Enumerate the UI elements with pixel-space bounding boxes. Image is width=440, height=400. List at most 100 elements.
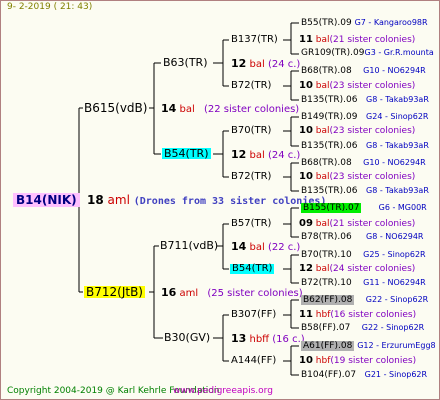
gen1-dam-info: 16 aml (25 sister colonies) bbox=[161, 287, 303, 299]
gen4-label-6: B135(TR).06 bbox=[301, 141, 358, 151]
gen2-info-2: 12 bal (24 c.) bbox=[231, 149, 300, 161]
gen1-dam-note: (25 sister colonies) bbox=[207, 288, 303, 299]
gen1-sire-note: (22 sister colonies) bbox=[203, 104, 300, 115]
gen3-queen-1: B137(TR) bbox=[231, 34, 278, 45]
gen1-dam-breeder: aml bbox=[179, 288, 199, 299]
gen1-queen-sire: B615(vdB) bbox=[84, 101, 148, 115]
gen1-sire-info: 14 bal (22 sister colonies) bbox=[161, 103, 299, 115]
gen2-note-4: (16 c.) bbox=[272, 334, 305, 345]
gen3-note-6: (24 sister colonies) bbox=[329, 264, 416, 274]
gen4-queen-11: B70(TR).10 G25 - Sinop62R bbox=[301, 251, 426, 260]
gen2-info-4: 13 hbff (16 c.) bbox=[231, 333, 305, 345]
gen4-queen-12: B72(TR).10 G11 - NO6294R bbox=[301, 279, 426, 288]
gen3-year-8: 10 bbox=[299, 355, 313, 366]
date-stamp: 9- 2-2019 ( 21: 43) bbox=[7, 2, 93, 12]
gen3-info-8: 10 hbf(19 sister colonies) bbox=[299, 356, 416, 366]
gen3-queen-2: B72(TR) bbox=[231, 80, 272, 91]
gen1-sire-year: 14 bbox=[161, 102, 177, 115]
gen3-note-2: (23 sister colonies) bbox=[329, 81, 416, 91]
gen3-breeder-5: bal bbox=[315, 219, 330, 229]
gen2-note-3: (22 c.) bbox=[267, 242, 301, 253]
gen1-dam-year: 16 bbox=[161, 286, 177, 299]
gen4-code-9: G6 - MG00R bbox=[378, 203, 427, 212]
gen3-note-8: (19 sister colonies) bbox=[330, 356, 417, 366]
gen4-code-1: G7 - Kangaroo98R bbox=[354, 18, 428, 27]
gen4-code-12: G11 - NO6294R bbox=[363, 278, 426, 287]
gen4-label-4: B135(TR).06 bbox=[301, 95, 358, 105]
gen4-code-11: G25 - Sinop62R bbox=[363, 250, 426, 259]
gen4-queen-2: GR109(TR).09G3 - Gr.R.mounta bbox=[301, 49, 434, 58]
gen2-breeder-4: hbff bbox=[249, 334, 270, 345]
gen3-year-2: 10 bbox=[299, 80, 313, 91]
gen2-queen-2: B54(TR) bbox=[162, 147, 211, 160]
gen3-info-4: 10 bal(23 sister colonies) bbox=[299, 172, 415, 182]
gen4-code-3: G10 - NO6294R bbox=[363, 66, 426, 75]
gen2-note-1: (24 c.) bbox=[267, 59, 301, 70]
gen4-code-16: G21 - Sinop62R bbox=[364, 370, 428, 379]
gen3-year-7: 11 bbox=[299, 309, 313, 320]
gen1-sire-breeder: bal bbox=[179, 104, 195, 115]
gen4-label-9: B155(TR).07 bbox=[301, 203, 362, 213]
gen3-info-7: 11 hbf(16 sister colonies) bbox=[299, 310, 416, 320]
gen4-label-12: B72(TR).10 bbox=[301, 278, 352, 288]
gen4-code-10: G8 - NO6294R bbox=[366, 232, 424, 241]
gen3-breeder-1: bal bbox=[315, 35, 330, 45]
gen3-breeder-6: bal bbox=[315, 264, 330, 274]
gen4-label-7: B68(TR).08 bbox=[301, 158, 352, 168]
gen4-queen-14: B58(FF).07 G22 - Sinop62R bbox=[301, 324, 424, 333]
root-queen: B14(NIK) bbox=[13, 193, 80, 207]
gen4-label-10: B78(TR).06 bbox=[301, 232, 352, 242]
gen3-info-6: 12 bal(24 sister colonies) bbox=[299, 264, 415, 274]
root-breeder: aml bbox=[107, 193, 130, 207]
gen2-breeder-2: bal bbox=[249, 150, 265, 161]
gen2-queen-3: B711(vdB) bbox=[160, 239, 219, 252]
gen3-year-5: 09 bbox=[299, 218, 313, 229]
gen3-queen-7: B307(FF) bbox=[231, 309, 277, 320]
gen4-code-14: G22 - Sinop62R bbox=[361, 323, 425, 332]
gen2-year-2: 12 bbox=[231, 148, 247, 161]
gen3-info-2: 10 bal(23 sister colonies) bbox=[299, 81, 415, 91]
gen4-queen-5: B149(TR).09 G24 - Sinop62R bbox=[301, 113, 428, 122]
gen3-note-5: (21 sister colonies) bbox=[329, 219, 416, 229]
site-link[interactable]: www.pedigreeapis.org bbox=[173, 387, 273, 396]
gen4-label-2: GR109(TR).09 bbox=[301, 48, 365, 58]
gen3-info-5: 09 bal(21 sister colonies) bbox=[299, 219, 415, 229]
gen4-label-1: B55(TR).09 bbox=[301, 18, 352, 28]
gen2-year-1: 12 bbox=[231, 57, 247, 70]
gen4-queen-15: A61(FF).08 G12 - ErzurumEgg8 bbox=[301, 341, 436, 351]
gen2-queen-4: B30(GV) bbox=[164, 331, 211, 344]
gen3-queen-3: B70(TR) bbox=[231, 125, 272, 136]
gen3-breeder-3: bal bbox=[315, 126, 330, 136]
gen4-label-5: B149(TR).09 bbox=[301, 112, 358, 122]
gen3-note-1: (21 sister colonies) bbox=[329, 35, 416, 45]
gen3-queen-4: B72(TR) bbox=[231, 171, 272, 182]
root-info: 18 aml (Drones from 33 sister colonies) bbox=[87, 194, 326, 207]
gen2-year-3: 14 bbox=[231, 240, 247, 253]
gen2-info-1: 12 bal (24 c.) bbox=[231, 58, 300, 70]
gen3-year-1: 11 bbox=[299, 34, 313, 45]
gen4-code-7: G10 - NO6294R bbox=[363, 158, 426, 167]
gen3-info-1: 11 bal(21 sister colonies) bbox=[299, 35, 415, 45]
gen4-code-6: G8 - Takab93aR bbox=[366, 141, 429, 150]
gen3-breeder-4: bal bbox=[315, 172, 330, 182]
gen3-info-3: 10 bal(23 sister colonies) bbox=[299, 126, 415, 136]
root-drone-note: (Drones from 33 sister colonies) bbox=[133, 196, 327, 207]
gen3-note-3: (23 sister colonies) bbox=[329, 126, 416, 136]
root-year: 18 bbox=[87, 193, 104, 207]
gen4-queen-8: B135(TR).06 G8 - Takab93aR bbox=[301, 187, 429, 196]
gen4-code-2: G3 - Gr.R.mounta bbox=[364, 48, 434, 57]
gen2-queen-1: B63(TR) bbox=[163, 56, 208, 69]
gen3-breeder-8: hbf bbox=[315, 356, 331, 366]
gen3-queen-6: B54(TR) bbox=[230, 263, 275, 274]
pedigree-chart: 9- 2-2019 ( 21: 43) B14(NIK) 18 aml (Dro… bbox=[0, 0, 440, 400]
gen4-queen-4: B135(TR).06 G8 - Takab93aR bbox=[301, 96, 429, 105]
gen3-year-4: 10 bbox=[299, 171, 313, 182]
gen4-queen-3: B68(TR).08 G10 - NO6294R bbox=[301, 67, 426, 76]
gen3-queen-5: B57(TR) bbox=[231, 218, 272, 229]
gen4-code-15: G12 - ErzurumEgg8 bbox=[357, 341, 436, 350]
gen4-label-11: B70(TR).10 bbox=[301, 250, 352, 260]
gen4-queen-16: B104(FF).07 G21 - Sinop62R bbox=[301, 371, 427, 380]
gen4-code-8: G8 - Takab93aR bbox=[366, 186, 429, 195]
gen4-code-13: G22 - Sinop62R bbox=[365, 295, 429, 304]
gen4-code-5: G24 - Sinop62R bbox=[366, 112, 429, 121]
